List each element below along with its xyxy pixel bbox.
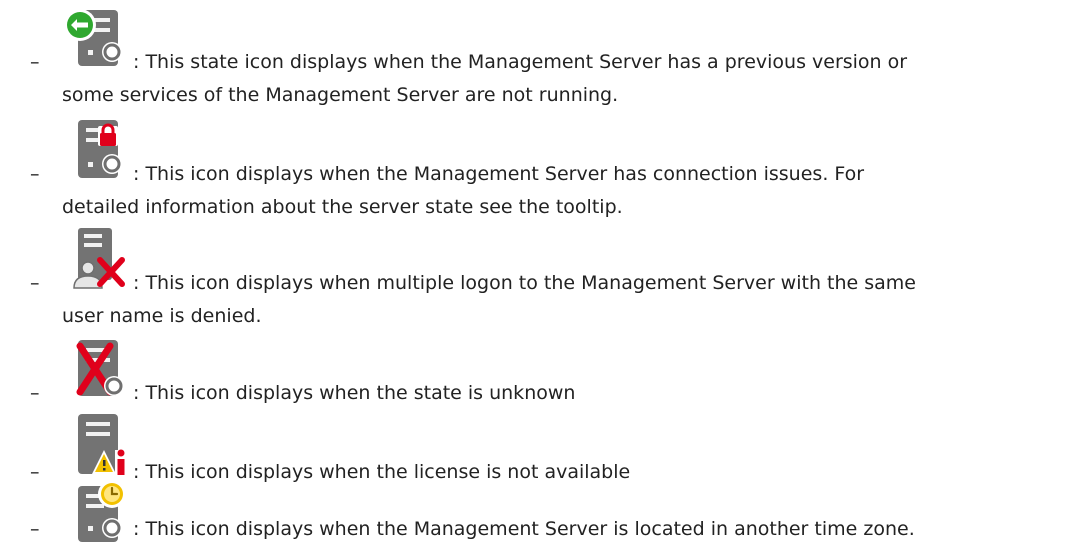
bullet-dash: – [30,51,40,73]
item-description: : This icon displays when multiple logon… [133,272,916,294]
item-description: : This icon displays when the license is… [133,461,631,483]
bullet-dash: – [30,461,40,483]
server-multiple-logon-denied-icon [60,222,130,292]
bullet-dash: – [30,272,40,294]
bullet-dash: – [30,163,40,185]
item-description-continued: user name is denied. [62,305,262,327]
item-description: : This state icon displays when the Mana… [133,51,908,73]
server-previous-version-icon [60,4,130,74]
item-description: : This icon displays when the Management… [133,518,915,540]
item-description-continued: detailed information about the server st… [62,196,623,218]
bullet-dash: – [30,518,40,540]
server-other-time-zone-icon [60,478,130,548]
item-description: : This icon displays when the Management… [133,163,865,185]
server-state-unknown-icon [60,334,130,404]
bullet-dash: – [30,382,40,404]
item-description-continued: some services of the Management Server a… [62,84,619,106]
server-license-unavailable-icon [60,410,130,480]
item-description: : This icon displays when the state is u… [133,382,576,404]
server-connection-issue-lock-icon [60,116,130,186]
